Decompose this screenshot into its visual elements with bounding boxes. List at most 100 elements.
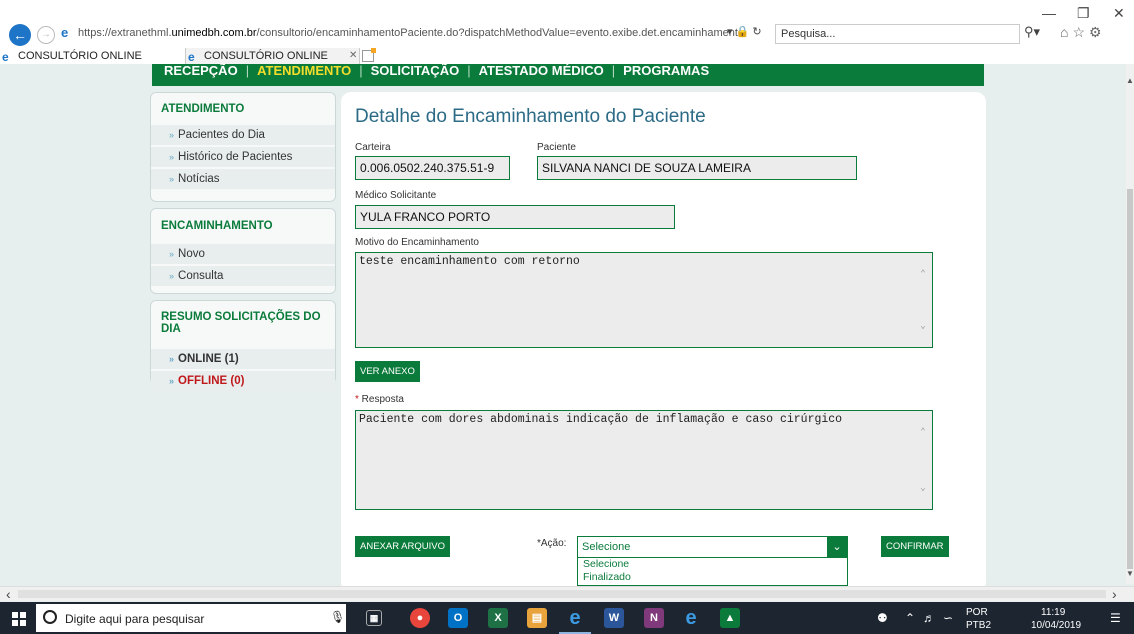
acao-selected-value: Selecione [582, 541, 631, 553]
motivo-textarea[interactable]: teste encaminhamento com retorno ⌃ ⌄ [355, 252, 933, 348]
browser-tab-bar: e CONSULTÓRIO ONLINE e CONSULTÓRIO ONLIN… [0, 48, 1134, 64]
nav-recepcao[interactable]: RECEPÇÃO [164, 64, 238, 77]
encaminhamento-detail-panel: Detalhe do Encaminhamento do Paciente Ca… [341, 92, 986, 592]
sidebar-item-pacientes-do-dia[interactable]: » Pacientes do Dia [151, 125, 335, 145]
chrome-icon[interactable]: ● [410, 608, 430, 628]
anexar-arquivo-button[interactable]: ANEXAR ARQUIVO [355, 536, 450, 557]
volume-icon[interactable]: ♬ [923, 611, 935, 625]
home-star-gear-icons[interactable]: ⌂☆⚙ [1060, 24, 1106, 41]
internet-explorer-icon[interactable]: e [559, 608, 591, 634]
ie-page-icon: e [61, 25, 69, 40]
scroll-left-icon[interactable]: ‹ [6, 587, 11, 601]
acao-dropdown-list: Selecione Finalizado [577, 558, 848, 586]
clock-time[interactable]: 11:19 [1041, 607, 1065, 619]
medico-field[interactable]: YULA FRANCO PORTO [355, 205, 675, 229]
onenote-icon[interactable]: N [644, 608, 664, 628]
task-view-icon[interactable]: ▦ [366, 610, 382, 626]
page-title: Detalhe do Encaminhamento do Paciente [355, 106, 706, 127]
windows-start-icon[interactable] [12, 612, 26, 626]
forward-arrow-icon[interactable]: → [37, 26, 55, 44]
resposta-text: Paciente com dores abdominais indicação … [359, 413, 843, 426]
tab-label: CONSULTÓRIO ONLINE [18, 50, 142, 62]
browser-tab-active[interactable]: e CONSULTÓRIO ONLINE [185, 48, 360, 64]
textarea-scrollbar[interactable]: ⌃ ⌄ [914, 253, 930, 347]
url-tools-icons[interactable]: ▾ 🔒 ↻ [727, 25, 762, 38]
app-green-icon[interactable]: ▲ [720, 608, 740, 628]
nav-programas[interactable]: PROGRAMAS [623, 64, 709, 77]
restore-icon[interactable]: ❐ [1077, 5, 1090, 22]
microphone-icon[interactable]: 🎙 [330, 610, 345, 624]
search-icon[interactable]: ⚲▾ [1024, 24, 1040, 40]
sidebar-encaminhamento: ENCAMINHAMENTO » Novo » Consulta [150, 208, 336, 294]
carteira-field[interactable]: 0.006.0502.240.375.51-9 [355, 156, 510, 180]
sidebar-item-historico[interactable]: » Histórico de Pacientes [151, 147, 335, 167]
nav-atestado-medico[interactable]: ATESTADO MÉDICO [479, 64, 604, 77]
windows-taskbar: Digite aqui para pesquisar 🎙 ▦ ● O X ▤ e… [0, 602, 1134, 634]
acao-option-selecione[interactable]: Selecione [578, 558, 847, 571]
people-icon[interactable]: ⚉ [877, 611, 888, 625]
file-explorer-icon[interactable]: ▤ [527, 608, 547, 628]
minimize-icon[interactable]: — [1042, 5, 1056, 21]
sidebar-item-noticias[interactable]: » Notícias [151, 169, 335, 189]
nav-atendimento[interactable]: ATENDIMENTO [257, 64, 351, 77]
scroll-up-icon[interactable]: ▲ [1126, 76, 1134, 85]
sidebar-item-offline[interactable]: » OFFLINE (0) [151, 371, 335, 391]
browser-search-input[interactable]: Pesquisa... [775, 24, 1020, 44]
ver-anexo-button[interactable]: VER ANEXO [355, 361, 420, 382]
scroll-down-icon[interactable]: ⌄ [916, 483, 930, 493]
scrollbar-thumb[interactable] [1127, 189, 1133, 569]
nav-solicitacao[interactable]: SOLICITAÇÃO [371, 64, 460, 77]
word-icon[interactable]: W [604, 608, 624, 628]
network-icon[interactable]: ∽ [943, 611, 953, 625]
sidebar-atendimento: ATENDIMENTO » Pacientes do Dia » Histórico… [150, 92, 336, 202]
scroll-up-icon[interactable]: ⌃ [916, 269, 930, 279]
main-nav: RECEPÇÃO | ATENDIMENTO | SOLICITAÇÃO | ATESTAD… [152, 64, 984, 86]
back-arrow-icon[interactable]: ← [9, 24, 31, 46]
browser-tab[interactable]: e CONSULTÓRIO ONLINE [0, 48, 180, 64]
acao-label: *Ação: [537, 538, 567, 549]
acao-select[interactable]: Selecione ⌄ [577, 536, 848, 558]
acao-option-finalizado[interactable]: Finalizado [578, 571, 847, 584]
taskbar-search[interactable]: Digite aqui para pesquisar 🎙 [36, 604, 346, 632]
resposta-textarea[interactable]: Paciente com dores abdominais indicação … [355, 410, 933, 510]
sidebar-title: RESUMO SOLICITAÇÕES DO DIA [161, 311, 321, 335]
sidebar-item-novo[interactable]: » Novo [151, 244, 335, 264]
page-vertical-scrollbar[interactable]: ▲ ▼ [1126, 64, 1134, 584]
edge-icon[interactable]: e [681, 608, 701, 628]
ie-tab-icon: e [2, 50, 9, 64]
paciente-label: Paciente [537, 142, 576, 153]
sidebar-item-consulta[interactable]: » Consulta [151, 266, 335, 286]
excel-icon[interactable]: X [488, 608, 508, 628]
close-icon[interactable]: ✕ [1113, 5, 1125, 22]
outlook-icon[interactable]: O [448, 608, 468, 628]
sidebar-item-online[interactable]: » ONLINE (1) [151, 349, 335, 369]
sidebar-resumo: RESUMO SOLICITAÇÕES DO DIA » ONLINE (1) »… [150, 300, 336, 391]
scroll-down-icon[interactable]: ▼ [1126, 569, 1134, 578]
url-field[interactable]: https://extranethml.unimedbh.com.br/cons… [78, 27, 744, 39]
scroll-right-icon[interactable]: › [1112, 587, 1117, 601]
clock-date[interactable]: 10/04/2019 [1031, 620, 1081, 632]
confirmar-button[interactable]: CONFIRMAR [881, 536, 949, 557]
notifications-icon[interactable]: ☰ [1110, 611, 1121, 625]
page-horizontal-scrollbar[interactable]: ‹ › [0, 586, 1134, 601]
chevron-down-icon[interactable]: ⌄ [827, 537, 847, 557]
language-top[interactable]: POR [966, 607, 988, 619]
motivo-label: Motivo do Encaminhamento [355, 237, 479, 248]
paciente-field[interactable]: SILVANA NANCI DE SOUZA LAMEIRA [537, 156, 857, 180]
taskbar-search-placeholder: Digite aqui para pesquisar [65, 612, 205, 626]
scroll-down-icon[interactable]: ⌄ [916, 321, 930, 331]
textarea-scrollbar[interactable]: ⌃ ⌄ [914, 411, 930, 509]
sidebar-title: ATENDIMENTO [161, 103, 245, 115]
scroll-up-icon[interactable]: ⌃ [916, 427, 930, 437]
language-bottom[interactable]: PTB2 [966, 620, 991, 632]
tray-chevron-icon[interactable]: ⌃ [905, 611, 915, 625]
sidebar-title: ENCAMINHAMENTO [161, 220, 273, 232]
cortana-icon [43, 610, 57, 624]
tab-close-icon[interactable]: ✕ [349, 48, 357, 64]
carteira-label: Carteira [355, 142, 391, 153]
medico-label: Médico Solicitante [355, 190, 437, 201]
tab-label: CONSULTÓRIO ONLINE [204, 50, 328, 62]
resposta-label: * Resposta [355, 394, 404, 405]
new-tab-icon[interactable] [362, 48, 376, 62]
scrollbar-thumb[interactable] [18, 590, 1106, 598]
